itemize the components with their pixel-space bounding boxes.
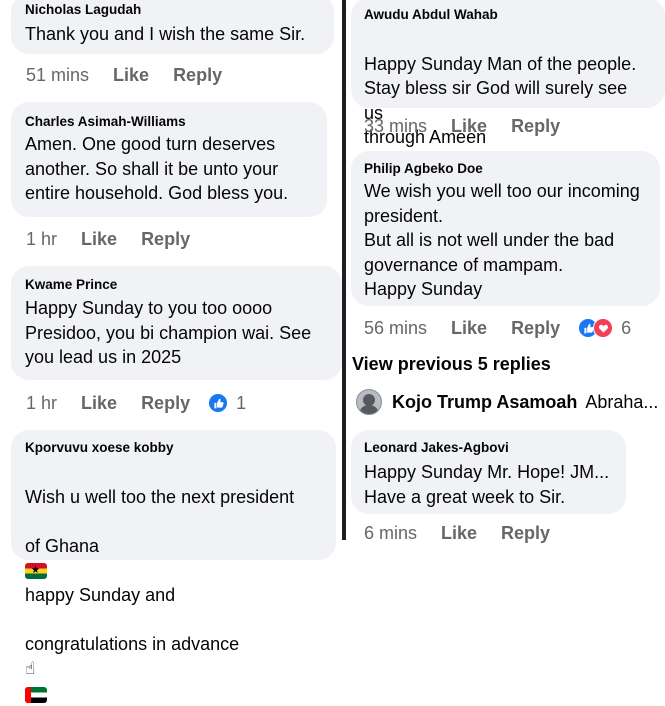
comment-text: Amen. One good turn deserves another. So… bbox=[25, 134, 289, 203]
comment-bubble: Nicholas Lagudah Thank you and I wish th… bbox=[11, 0, 334, 54]
reaction-count: 1 bbox=[236, 392, 247, 413]
comment-text-line: Wish u well too the next president bbox=[25, 486, 295, 507]
reaction-count: 6 bbox=[621, 317, 632, 338]
reply-author[interactable]: Kojo Trump Asamoah bbox=[392, 392, 577, 413]
comment-author[interactable]: Philip Agbeko Doe bbox=[364, 161, 646, 177]
like-button[interactable]: Like bbox=[81, 229, 117, 250]
reply-button[interactable]: Reply bbox=[501, 523, 550, 544]
comment-author[interactable]: Nicholas Lagudah bbox=[25, 2, 320, 18]
like-button[interactable]: Like bbox=[81, 393, 117, 414]
like-button[interactable]: Like bbox=[451, 318, 487, 339]
heart-icon bbox=[593, 318, 614, 338]
like-button[interactable]: Like bbox=[113, 65, 149, 86]
reply-button[interactable]: Reply bbox=[173, 65, 222, 86]
comment-bubble: Charles Asimah-Williams Amen. One good t… bbox=[11, 102, 327, 217]
comment-actions: 51 mins Like Reply bbox=[26, 63, 246, 87]
reply-preview[interactable]: Kojo Trump Asamoah Abraha... bbox=[356, 389, 658, 415]
uae-flag-icon bbox=[25, 686, 47, 703]
comment-bubble: Leonard Jakes-Agbovi Happy Sunday Mr. Ho… bbox=[351, 430, 626, 514]
right-comment-column: Awudu Abdul Wahab Happy Sunday Man of th… bbox=[346, 0, 665, 543]
reply-button[interactable]: Reply bbox=[511, 116, 560, 137]
reaction-summary[interactable]: 1 bbox=[208, 393, 246, 414]
like-button[interactable]: Like bbox=[451, 116, 487, 137]
user-avatar bbox=[356, 389, 382, 415]
pointing-up-icon: ☝ bbox=[25, 659, 36, 679]
comment-author[interactable]: Kporvuvu xoese kobby bbox=[25, 440, 322, 456]
comment-bubble: Kwame Prince Happy Sunday to you too ooo… bbox=[11, 266, 342, 380]
comment-author[interactable]: Leonard Jakes-Agbovi bbox=[364, 440, 612, 456]
comment-time[interactable]: 1 hr bbox=[26, 393, 57, 414]
comment-author[interactable]: Kwame Prince bbox=[25, 277, 328, 293]
comment-actions: 56 mins Like Reply 6 bbox=[364, 316, 631, 340]
comment-author[interactable]: Awudu Abdul Wahab bbox=[364, 7, 651, 23]
comment-bubble: Kporvuvu xoese kobby Wish u well too the… bbox=[11, 430, 336, 703]
like-button[interactable]: Like bbox=[441, 523, 477, 544]
comment-time[interactable]: 56 mins bbox=[364, 318, 427, 339]
comment-text-line: of Ghana bbox=[25, 535, 100, 556]
comment-time[interactable]: 6 mins bbox=[364, 523, 417, 544]
comment-text: We wish you well too our incoming presid… bbox=[364, 181, 640, 299]
reaction-summary[interactable]: 6 bbox=[578, 318, 631, 339]
thumbs-up-icon bbox=[208, 393, 229, 413]
view-previous-replies-link[interactable]: View previous 5 replies bbox=[352, 354, 551, 375]
comment-text: Thank you and I wish the same Sir. bbox=[25, 24, 306, 44]
comment-time[interactable]: 51 mins bbox=[26, 65, 89, 86]
comment-actions: 33 mins Like Reply bbox=[364, 114, 584, 138]
ghana-flag-icon bbox=[25, 563, 47, 579]
comment-text-line: happy Sunday and bbox=[25, 584, 176, 605]
reply-button[interactable]: Reply bbox=[141, 393, 190, 414]
comment-actions: 1 hr Like Reply 1 bbox=[26, 391, 246, 415]
comment-time[interactable]: 1 hr bbox=[26, 229, 57, 250]
reply-button[interactable]: Reply bbox=[511, 318, 560, 339]
comment-author[interactable]: Charles Asimah-Williams bbox=[25, 114, 313, 130]
comment-bubble: Awudu Abdul Wahab Happy Sunday Man of th… bbox=[351, 0, 665, 173]
left-comment-column: Nicholas Lagudah Thank you and I wish th… bbox=[0, 0, 342, 703]
comment-text: Happy Sunday Mr. Hope! JM... Have a grea… bbox=[364, 462, 610, 507]
reply-button[interactable]: Reply bbox=[141, 229, 190, 250]
comment-text: Wish u well too the next president of Gh… bbox=[25, 460, 322, 706]
reply-snippet: Abraha... bbox=[585, 391, 659, 412]
comment-actions: 6 mins Like Reply bbox=[364, 521, 574, 545]
comment-bubble: Philip Agbeko Doe We wish you well too o… bbox=[351, 151, 660, 306]
comment-actions: 1 hr Like Reply bbox=[26, 227, 214, 251]
comment-text: Happy Sunday to you too oooo Presidoo, y… bbox=[25, 298, 312, 367]
comment-text-line: congratulations in advance bbox=[25, 633, 240, 654]
comment-time[interactable]: 33 mins bbox=[364, 116, 427, 137]
